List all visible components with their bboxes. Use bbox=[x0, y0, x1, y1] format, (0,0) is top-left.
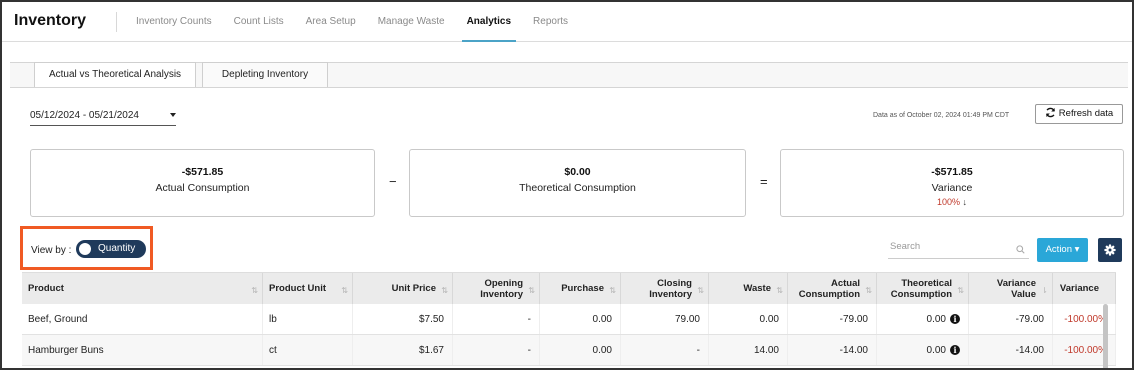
arrow-down-icon: ↓ bbox=[962, 197, 968, 207]
tab-actual-vs-theoretical[interactable]: Actual vs Theoretical Analysis bbox=[34, 62, 196, 88]
theoretical-consumption-card: $0.00 Theoretical Consumption bbox=[409, 149, 746, 217]
col-unit-price[interactable]: Unit Price ⇅ bbox=[353, 273, 453, 304]
nav-items: Inventory Counts Count Lists Area Setup … bbox=[136, 2, 579, 42]
nav-manage-waste[interactable]: Manage Waste bbox=[367, 2, 456, 42]
caret-down-icon bbox=[170, 113, 176, 117]
col-closing-inventory[interactable]: Closing Inventory ⇅ bbox=[621, 273, 709, 304]
sort-icon: ⇅ bbox=[776, 286, 783, 295]
actual-consumption-card: -$571.85 Actual Consumption bbox=[30, 149, 375, 217]
table-row[interactable]: Beef, Ground lb $7.50 - 0.00 79.00 0.00 … bbox=[22, 304, 1116, 335]
sort-icon: ⇅ bbox=[251, 286, 258, 295]
variance-card: -$571.85 Variance 100% ↓ bbox=[780, 149, 1124, 217]
col-variance-value[interactable]: Variance Value ⇂ bbox=[969, 273, 1053, 304]
variance-percent: 100% bbox=[936, 197, 960, 207]
cell-theoretical: 0.00 i bbox=[877, 335, 969, 365]
sort-icon: ⇅ bbox=[441, 286, 448, 295]
col-opening-inventory[interactable]: Opening Inventory ⇅ bbox=[453, 273, 540, 304]
nav-analytics[interactable]: Analytics bbox=[456, 2, 522, 42]
cell-unit-price: $7.50 bbox=[353, 304, 453, 334]
top-navigation: Inventory Inventory Counts Count Lists A… bbox=[2, 2, 1132, 42]
cell-opening: - bbox=[453, 304, 540, 334]
col-actual-consumption[interactable]: Actual Consumption ⇅ bbox=[788, 273, 877, 304]
table-row[interactable]: Hamburger Buns ct $1.67 - 0.00 - 14.00 -… bbox=[22, 335, 1116, 366]
cell-waste: 0.00 bbox=[709, 304, 788, 334]
cell-unit: lb bbox=[263, 304, 353, 334]
quantity-toggle[interactable]: Quantity bbox=[76, 240, 146, 258]
nav-inventory-counts[interactable]: Inventory Counts bbox=[136, 2, 223, 42]
actual-consumption-label: Actual Consumption bbox=[155, 182, 250, 194]
data-as-of: Data as of October 02, 2024 01:49 PM CDT bbox=[873, 112, 1010, 119]
cell-variance-value: -79.00 bbox=[969, 304, 1053, 334]
info-icon[interactable]: i bbox=[950, 345, 960, 355]
settings-button[interactable] bbox=[1098, 238, 1122, 262]
cell-actual: -14.00 bbox=[788, 335, 877, 365]
consumption-table: Product ⇅ Product Unit ⇅ Unit Price ⇅ Openi… bbox=[22, 272, 1116, 366]
nav-divider bbox=[116, 12, 117, 32]
variance-amount: -$571.85 bbox=[931, 166, 973, 178]
variance-percent-row: 100% ↓ bbox=[781, 197, 1123, 207]
view-by-highlight: View by : Quantity bbox=[20, 226, 153, 270]
action-button[interactable]: Action ▾ bbox=[1037, 238, 1088, 262]
cell-purchase: 0.00 bbox=[540, 304, 621, 334]
theoretical-consumption-label: Theoretical Consumption bbox=[519, 182, 636, 194]
cell-theoretical: 0.00 i bbox=[877, 304, 969, 334]
table-header: Product ⇅ Product Unit ⇅ Unit Price ⇅ Openi… bbox=[22, 272, 1116, 304]
cell-variance-value: -14.00 bbox=[969, 335, 1053, 365]
col-waste[interactable]: Waste ⇅ bbox=[709, 273, 788, 304]
nav-reports[interactable]: Reports bbox=[522, 2, 579, 42]
cell-product: Hamburger Buns bbox=[22, 335, 263, 365]
app-title: Inventory bbox=[14, 12, 87, 29]
refresh-label: Refresh data bbox=[1058, 108, 1114, 119]
info-icon[interactable]: i bbox=[950, 314, 960, 324]
cell-closing: 79.00 bbox=[621, 304, 709, 334]
equals-operator: = bbox=[760, 174, 768, 189]
cell-waste: 14.00 bbox=[709, 335, 788, 365]
col-purchase[interactable]: Purchase ⇅ bbox=[540, 273, 621, 304]
theoretical-consumption-amount: $0.00 bbox=[564, 166, 591, 178]
app-window: Inventory Inventory Counts Count Lists A… bbox=[0, 0, 1134, 370]
search-placeholder: Search bbox=[890, 241, 921, 252]
col-theoretical-consumption[interactable]: Theoretical Consumption ⇅ bbox=[877, 273, 969, 304]
col-variance[interactable]: Variance bbox=[1053, 273, 1116, 304]
sort-icon: ⇂ bbox=[1041, 286, 1048, 295]
toggle-label: Quantity bbox=[98, 243, 136, 254]
refresh-data-button[interactable]: Refresh data bbox=[1035, 104, 1123, 124]
sort-icon: ⇅ bbox=[528, 286, 535, 295]
date-range-select[interactable]: 05/12/2024 - 05/21/2024 bbox=[30, 110, 176, 126]
nav-count-lists[interactable]: Count Lists bbox=[223, 2, 295, 42]
minus-operator: − bbox=[389, 174, 397, 189]
sort-icon: ⇅ bbox=[697, 286, 704, 295]
tab-depleting-inventory[interactable]: Depleting Inventory bbox=[202, 62, 328, 88]
cell-actual: -79.00 bbox=[788, 304, 877, 334]
cell-closing: - bbox=[621, 335, 709, 365]
col-product-unit[interactable]: Product Unit ⇅ bbox=[263, 273, 353, 304]
gear-icon bbox=[1104, 244, 1116, 256]
sort-icon: ⇅ bbox=[609, 286, 616, 295]
refresh-icon bbox=[1045, 107, 1055, 118]
actual-consumption-amount: -$571.85 bbox=[181, 166, 224, 178]
search-icon bbox=[1016, 245, 1025, 254]
view-by-label: View by : bbox=[31, 245, 72, 256]
date-range-value: 05/12/2024 - 05/21/2024 bbox=[30, 110, 139, 121]
table-scrollbar[interactable] bbox=[1103, 304, 1108, 368]
toggle-knob bbox=[79, 243, 91, 255]
sort-icon: ⇅ bbox=[865, 286, 872, 295]
cell-unit-price: $1.67 bbox=[353, 335, 453, 365]
nav-area-setup[interactable]: Area Setup bbox=[295, 2, 367, 42]
sort-icon: ⇅ bbox=[341, 286, 348, 295]
variance-label: Variance bbox=[931, 182, 973, 194]
cell-purchase: 0.00 bbox=[540, 335, 621, 365]
cell-opening: - bbox=[453, 335, 540, 365]
cell-unit: ct bbox=[263, 335, 353, 365]
sort-icon: ⇅ bbox=[957, 286, 964, 295]
search-input[interactable]: Search bbox=[888, 241, 1029, 259]
col-product[interactable]: Product ⇅ bbox=[22, 273, 263, 304]
cell-product: Beef, Ground bbox=[22, 304, 263, 334]
